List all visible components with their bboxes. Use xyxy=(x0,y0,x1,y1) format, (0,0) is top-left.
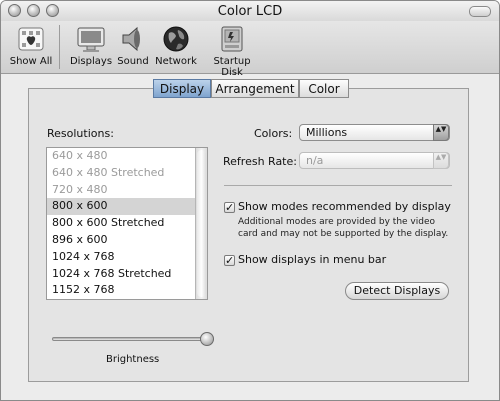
resolution-item[interactable]: 896 x 600 xyxy=(47,232,195,249)
tab-color[interactable]: Color xyxy=(299,79,349,98)
refresh-rate-value: n/a xyxy=(306,154,324,167)
divider xyxy=(224,185,452,186)
detect-displays-button[interactable]: Detect Displays xyxy=(345,282,449,300)
show-in-menu-bar-checkbox[interactable]: ✓ xyxy=(224,255,235,266)
scrollbar-thumb[interactable] xyxy=(197,150,206,297)
modes-note-line-1: Additional modes are provided by the vid… xyxy=(238,217,436,227)
resolution-item[interactable]: 800 x 600 xyxy=(47,198,195,216)
resolution-item[interactable]: 1024 x 768 Stretched xyxy=(47,266,195,283)
show-modes-checkbox[interactable]: ✓ xyxy=(224,202,235,213)
brightness-slider-knob[interactable] xyxy=(200,332,214,346)
show-modes-label: Show modes recommended by display xyxy=(238,200,451,213)
resolutions-rows: 640 x 480 640 x 480 Stretched 720 x 480 800… xyxy=(47,148,195,299)
checkmark-icon: ✓ xyxy=(225,201,235,214)
globe-icon xyxy=(160,24,192,54)
sound-label: Sound xyxy=(117,56,149,67)
tab-bar: Display Arrangement Color xyxy=(1,79,499,99)
popup-arrows-icon: ▲▼ xyxy=(433,124,449,141)
toolbar: Show All Displays Sound Network Startup … xyxy=(1,21,499,78)
startup-disk-button[interactable]: Startup Disk xyxy=(203,24,261,78)
system-preferences-window: Color LCD Show All Displays Sound Networ… xyxy=(0,0,500,401)
displays-icon xyxy=(75,24,107,54)
resolution-item: 720 x 480 xyxy=(52,182,108,196)
resolution-item: 640 x 480 Stretched xyxy=(52,165,165,179)
checkmark-icon: ✓ xyxy=(225,254,235,267)
modes-note-line-2: card and may not be supported by the dis… xyxy=(238,229,449,239)
show-all-button[interactable]: Show All xyxy=(9,24,53,67)
refresh-rate-popup[interactable]: n/a ▲▼ xyxy=(299,152,450,169)
brightness-slider[interactable] xyxy=(52,337,214,341)
network-button[interactable]: Network xyxy=(153,24,199,67)
resolutions-label: Resolutions: xyxy=(47,127,114,140)
show-all-icon xyxy=(15,24,47,54)
window-bottom xyxy=(1,383,499,400)
window-title: Color LCD xyxy=(217,4,283,19)
resolution-item[interactable]: 800 x 600 Stretched xyxy=(47,215,195,232)
sound-button[interactable]: Sound xyxy=(115,24,151,67)
resolution-item[interactable]: 1152 x 768 xyxy=(47,282,195,299)
displays-label: Displays xyxy=(69,56,113,67)
colors-value: Millions xyxy=(306,126,348,139)
network-label: Network xyxy=(155,56,197,67)
colors-label: Colors: xyxy=(254,127,293,140)
modes-note: Additional modes are provided by the vid… xyxy=(238,216,448,240)
resolutions-list[interactable]: 640 x 480 640 x 480 Stretched 720 x 480 800… xyxy=(46,147,208,300)
brightness-label: Brightness xyxy=(106,354,160,365)
colors-popup[interactable]: Millions ▲▼ xyxy=(299,124,450,141)
startup-disk-label: Startup Disk xyxy=(213,56,251,78)
toolbar-toggle-button[interactable] xyxy=(469,6,491,17)
title-bar: Color LCD xyxy=(1,1,499,21)
tab-display[interactable]: Display xyxy=(153,79,211,98)
popup-arrows-icon: ▲▼ xyxy=(433,152,449,169)
resolution-item[interactable]: 1024 x 768 xyxy=(47,249,195,266)
speaker-icon xyxy=(117,24,149,54)
refresh-rate-label: Refresh Rate: xyxy=(223,155,297,168)
tab-arrangement[interactable]: Arrangement xyxy=(211,79,299,98)
resolutions-scrollbar[interactable] xyxy=(195,148,207,299)
show-all-label: Show All xyxy=(9,56,53,67)
hard-disk-icon xyxy=(216,24,248,54)
displays-button[interactable]: Displays xyxy=(69,24,113,67)
resolution-item: 640 x 480 xyxy=(52,149,108,162)
toolbar-separator xyxy=(59,25,60,69)
show-in-menu-bar-label: Show displays in menu bar xyxy=(238,253,387,266)
